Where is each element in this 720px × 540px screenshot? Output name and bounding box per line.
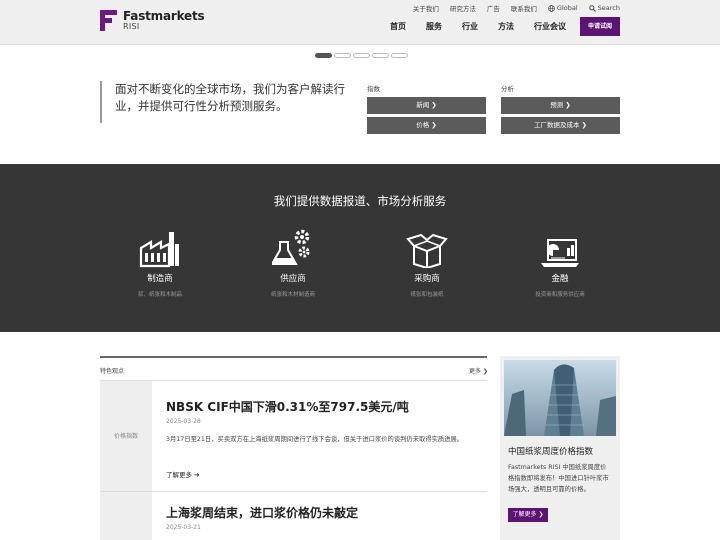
service-desc: 纸张和木材制造商 bbox=[270, 292, 315, 298]
brand-sub: RISI bbox=[123, 22, 140, 31]
brand-logo[interactable]: Fastmarkets RISI bbox=[100, 9, 205, 34]
utility-nav: 关于我们 研究方法 广告 联系我们 Global Search bbox=[402, 3, 620, 13]
slider-dot[interactable] bbox=[353, 53, 370, 58]
building-image bbox=[504, 360, 616, 436]
slider-dot[interactable] bbox=[391, 53, 408, 58]
index-label: 指数 bbox=[367, 85, 380, 93]
box-icon bbox=[367, 226, 487, 268]
price-index-card: 中国纸浆周度价格指数 Fastmarkets RISI 中国纸浆周度价格指数即将… bbox=[500, 356, 620, 540]
hero-quote: 面对不断变化的全球市场，我们为客户解读行业，并提供可行性分析预测服务。 bbox=[100, 81, 350, 123]
news-button[interactable]: 新闻 ❯ bbox=[367, 97, 486, 114]
slider-dots bbox=[315, 53, 410, 58]
factory-icon bbox=[100, 226, 220, 268]
slider-dot[interactable] bbox=[315, 53, 332, 58]
utility-contact-link[interactable]: 联系我们 bbox=[511, 3, 537, 13]
article-item[interactable]: 上海浆周结束，进口浆价格仍未敲定 2025-03-21 bbox=[100, 492, 487, 540]
analysis-label: 分析 bbox=[501, 85, 514, 93]
site-header: Fastmarkets RISI 关于我们 研究方法 广告 联系我们 Globa… bbox=[0, 0, 720, 45]
prices-button[interactable]: 价格 ❯ bbox=[367, 117, 486, 134]
article-item[interactable]: 价格指数 NBSK CIF中国下滑0.31%至797.5美元/吨 2025-03… bbox=[100, 381, 487, 491]
service-finance[interactable]: 金融 投资商和服务供应商 bbox=[500, 226, 620, 298]
slider-dot[interactable] bbox=[334, 53, 351, 58]
article-category-column: 价格指数 bbox=[100, 381, 152, 491]
services-band: 我们提供数据报道、市场分析服务 制造商 浆、纸张和木制品 供应商 纸张和木材制造… bbox=[0, 164, 720, 332]
utility-ads-link[interactable]: 广告 bbox=[487, 3, 500, 13]
featured-more-link[interactable]: 更多 ❯ bbox=[469, 366, 488, 375]
card-text: Fastmarkets RISI 中国纸浆周度价格指数即将发布！中国进口针叶浆市… bbox=[508, 464, 609, 493]
service-buyers[interactable]: 采购商 纸张和包装纸 bbox=[367, 226, 487, 298]
article-category: 价格指数 bbox=[113, 433, 138, 440]
service-suppliers[interactable]: 供应商 纸张和木材制造商 bbox=[233, 226, 353, 298]
card-title: 中国纸浆周度价格指数 bbox=[508, 447, 594, 457]
mill-data-button[interactable]: 工厂数据及成本 ❯ bbox=[501, 117, 620, 134]
utility-global-link[interactable]: Global bbox=[548, 4, 578, 12]
slider-dot[interactable] bbox=[372, 53, 389, 58]
main-nav: 首页 服务 行业 方法 行业会议 bbox=[390, 21, 586, 32]
lab-gears-icon bbox=[233, 226, 353, 268]
service-desc: 纸张和包装纸 bbox=[410, 292, 444, 298]
global-label: Global bbox=[556, 4, 578, 12]
featured-heading: 特色观点 bbox=[100, 368, 125, 375]
globe-icon bbox=[548, 4, 555, 12]
request-trial-button[interactable]: 申请试阅 bbox=[580, 17, 620, 36]
utility-search-link[interactable]: Search bbox=[588, 4, 620, 12]
brand-name: Fastmarkets bbox=[123, 9, 205, 23]
search-icon bbox=[588, 4, 596, 12]
search-label: Search bbox=[597, 4, 620, 12]
service-desc: 投资商和服务供应商 bbox=[535, 292, 585, 298]
logo-mark-icon bbox=[100, 10, 117, 31]
service-manufacturers[interactable]: 制造商 浆、纸张和木制品 bbox=[100, 226, 220, 298]
services-title: 我们提供数据报道、市场分析服务 bbox=[273, 194, 447, 208]
service-name: 供应商 bbox=[280, 274, 306, 284]
utility-about-link[interactable]: 关于我们 bbox=[413, 3, 439, 13]
article-title[interactable]: NBSK CIF中国下滑0.31%至797.5美元/吨 bbox=[166, 398, 409, 415]
article-summary: 3月17日至21日，买卖双方在上海纸浆周期间进行了线下会谈，但关于进口浆价的谈判… bbox=[166, 436, 464, 443]
read-more-link[interactable]: 了解更多 ➔ bbox=[166, 469, 200, 479]
article-category-column bbox=[100, 492, 152, 540]
nav-services[interactable]: 服务 bbox=[426, 21, 442, 32]
service-name: 采购商 bbox=[414, 274, 440, 284]
nav-conferences[interactable]: 行业会议 bbox=[534, 21, 566, 32]
forecast-button[interactable]: 预测 ❯ bbox=[501, 97, 620, 114]
laptop-chart-icon bbox=[500, 226, 620, 268]
nav-home[interactable]: 首页 bbox=[390, 21, 406, 32]
article-date: 2025-03-28 bbox=[166, 418, 201, 425]
featured-rule bbox=[100, 356, 487, 358]
article-date: 2025-03-21 bbox=[166, 524, 201, 531]
nav-methods[interactable]: 方法 bbox=[498, 21, 514, 32]
service-name: 制造商 bbox=[147, 274, 173, 284]
service-desc: 浆、纸张和木制品 bbox=[137, 292, 182, 298]
nav-industry[interactable]: 行业 bbox=[462, 21, 478, 32]
card-learn-more-button[interactable]: 了解更多 ❯ bbox=[508, 508, 548, 522]
service-name: 金融 bbox=[551, 274, 569, 284]
article-title[interactable]: 上海浆周结束，进口浆价格仍未敲定 bbox=[166, 504, 358, 521]
utility-research-link[interactable]: 研究方法 bbox=[450, 3, 476, 13]
